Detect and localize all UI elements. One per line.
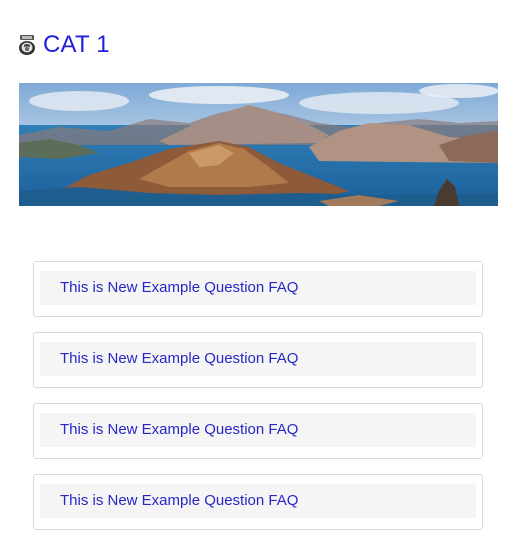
faq-item[interactable]: This is New Example Question FAQ <box>33 332 483 388</box>
faq-list: This is New Example Question FAQ This is… <box>33 261 483 545</box>
category-title: CAT 1 <box>43 31 110 58</box>
faq-item[interactable]: This is New Example Question FAQ <box>33 403 483 459</box>
cat-badge-icon <box>18 34 36 56</box>
category-header: CAT 1 <box>18 30 110 60</box>
faq-question[interactable]: This is New Example Question FAQ <box>40 342 476 376</box>
faq-question[interactable]: This is New Example Question FAQ <box>40 271 476 305</box>
faq-item[interactable]: This is New Example Question FAQ <box>33 474 483 530</box>
faq-question[interactable]: This is New Example Question FAQ <box>40 413 476 447</box>
faq-item[interactable]: This is New Example Question FAQ <box>33 261 483 317</box>
landscape-banner-image <box>19 83 498 206</box>
faq-question[interactable]: This is New Example Question FAQ <box>40 484 476 518</box>
